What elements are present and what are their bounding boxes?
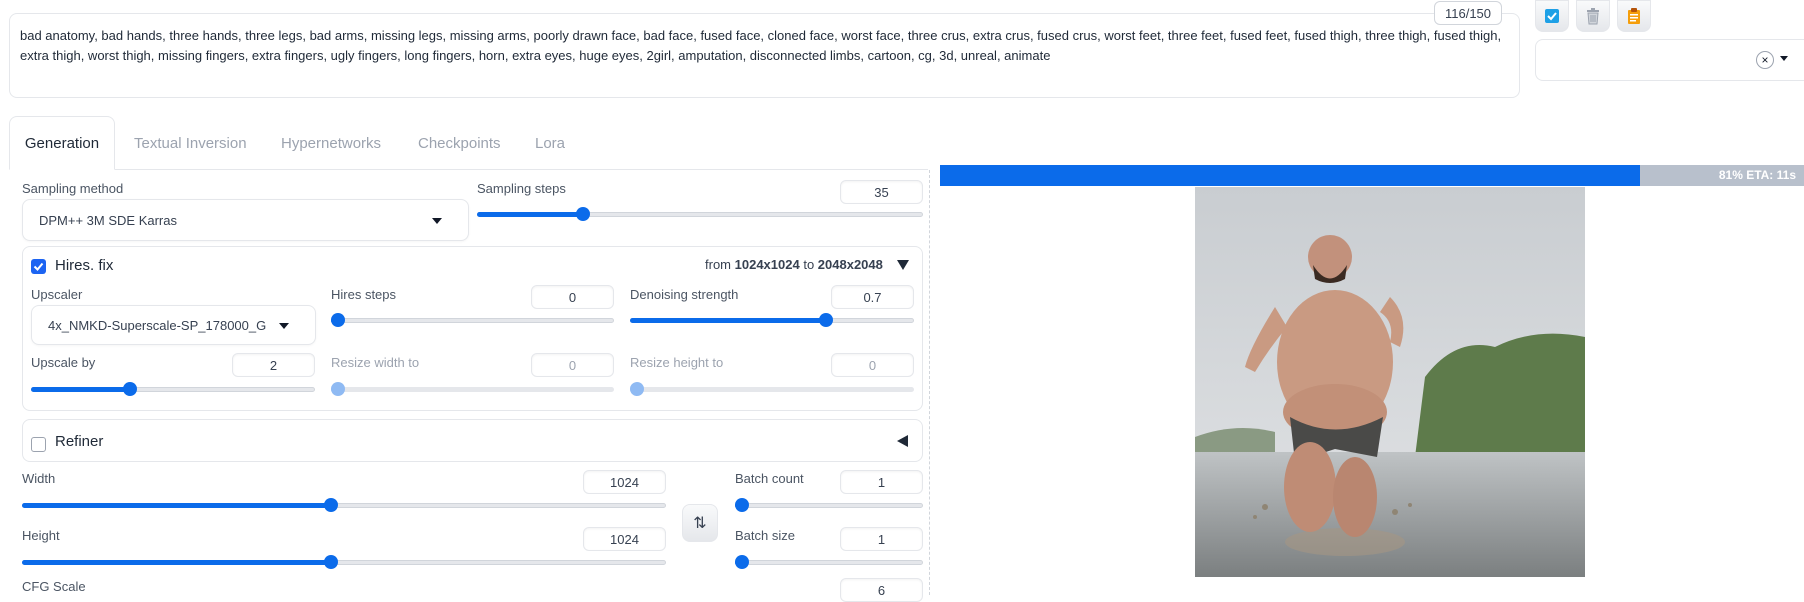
sampling-steps-slider[interactable] — [477, 206, 923, 222]
batch-size-input[interactable]: 1 — [840, 527, 923, 551]
apply-styles-button[interactable] — [1535, 0, 1569, 32]
upscale-by-input[interactable]: 2 — [232, 353, 315, 377]
swap-icon: ⇅ — [693, 515, 707, 532]
upscale-by-slider[interactable] — [31, 381, 315, 397]
progress-fill — [940, 165, 1640, 186]
resize-width-slider[interactable] — [331, 381, 614, 397]
batch-count-slider[interactable] — [735, 497, 923, 513]
resize-height-slider[interactable] — [630, 381, 914, 397]
collapse-triangle-icon[interactable] — [897, 260, 909, 270]
hires-steps-slider[interactable] — [331, 312, 614, 328]
height-label: Height — [22, 528, 60, 543]
progress-text: 81% ETA: 11s — [1718, 168, 1796, 182]
preview-illustration — [1195, 187, 1585, 577]
width-label: Width — [22, 471, 56, 486]
slider-thumb[interactable] — [331, 382, 345, 396]
hires-size-summary: from 1024x1024 to 2048x2048 — [705, 257, 883, 272]
hires-from-size: 1024x1024 — [734, 257, 800, 272]
batch-size-label: Batch size — [735, 528, 795, 543]
sampling-steps-input[interactable]: 35 — [840, 180, 923, 204]
slider-thumb[interactable] — [819, 313, 833, 327]
batch-count-label: Batch count — [735, 471, 804, 486]
clear-styles-icon[interactable]: × — [1756, 51, 1774, 69]
panel-divider — [929, 170, 931, 595]
generated-image-preview[interactable] — [1195, 187, 1585, 577]
progress-bar: 81% ETA: 11s — [940, 165, 1804, 186]
chevron-down-icon[interactable] — [1780, 56, 1788, 61]
tab-generation[interactable]: Generation — [9, 116, 115, 170]
slider-thumb[interactable] — [576, 207, 591, 221]
tab-hypernetworks[interactable]: Hypernetworks — [281, 116, 381, 170]
slider-thumb[interactable] — [735, 498, 749, 512]
upscaler-select[interactable]: 4x_NMKD-Superscale-SP_178000_G — [31, 305, 316, 345]
tab-textual-inversion[interactable]: Textual Inversion — [134, 116, 247, 170]
resize-height-label: Resize height to — [630, 355, 724, 370]
cfg-scale-input[interactable]: 6 — [840, 578, 923, 602]
clipboard-icon — [1628, 8, 1640, 24]
refiner-group — [22, 419, 923, 462]
hires-from-prefix: from — [705, 257, 731, 272]
negative-prompt-text: bad anatomy, bad hands, three hands, thr… — [20, 28, 1502, 63]
batch-size-slider[interactable] — [735, 554, 923, 570]
refiner-checkbox[interactable] — [31, 437, 46, 452]
slider-thumb[interactable] — [122, 382, 137, 396]
hires-fix-label: Hires. fix — [55, 257, 114, 274]
upscaler-label: Upscaler — [31, 287, 83, 302]
resize-width-input[interactable]: 0 — [531, 353, 614, 377]
resize-height-input[interactable]: 0 — [831, 353, 914, 377]
trash-button[interactable] — [1576, 0, 1610, 32]
cfg-scale-label: CFG Scale — [22, 579, 86, 594]
expand-triangle-icon[interactable] — [897, 435, 908, 447]
hires-steps-input[interactable]: 0 — [531, 285, 614, 309]
tab-lora[interactable]: Lora — [535, 116, 565, 170]
height-input[interactable]: 1024 — [583, 527, 666, 551]
height-slider[interactable] — [22, 554, 666, 570]
denoising-strength-input[interactable]: 0.7 — [831, 285, 914, 309]
slider-thumb[interactable] — [735, 555, 749, 569]
width-slider[interactable] — [22, 497, 666, 513]
chevron-down-icon — [432, 218, 442, 224]
slider-thumb[interactable] — [324, 498, 339, 512]
hires-to-prefix: to — [803, 257, 815, 272]
paste-button[interactable] — [1617, 0, 1651, 32]
slider-thumb[interactable] — [331, 313, 345, 327]
resize-width-label: Resize width to — [331, 355, 420, 370]
negative-prompt-textarea[interactable]: bad anatomy, bad hands, three hands, thr… — [9, 13, 1520, 98]
slider-thumb[interactable] — [324, 555, 339, 569]
width-input[interactable]: 1024 — [583, 470, 666, 494]
sampling-method-select[interactable]: DPM++ 3M SDE Karras — [22, 199, 469, 241]
hires-fix-checkbox[interactable] — [31, 259, 46, 274]
check-icon — [33, 262, 44, 271]
sampling-method-label: Sampling method — [22, 181, 124, 196]
upscaler-value: 4x_NMKD-Superscale-SP_178000_G — [48, 317, 267, 333]
trash-icon — [1587, 8, 1599, 25]
slider-thumb[interactable] — [630, 382, 644, 396]
hires-steps-label: Hires steps — [331, 287, 397, 302]
denoising-strength-label: Denoising strength — [630, 287, 739, 302]
sampling-steps-label: Sampling steps — [477, 181, 566, 196]
batch-count-input[interactable]: 1 — [840, 470, 923, 494]
swap-dimensions-button[interactable]: ⇅ — [682, 504, 718, 542]
apply-styles-icon — [1545, 9, 1559, 23]
refiner-label: Refiner — [55, 433, 104, 450]
sampling-method-value: DPM++ 3M SDE Karras — [39, 212, 177, 228]
upscale-by-label: Upscale by — [31, 355, 96, 370]
denoising-strength-slider[interactable] — [630, 312, 914, 328]
tab-checkpoints[interactable]: Checkpoints — [418, 116, 501, 170]
chevron-down-icon — [279, 323, 289, 329]
hires-to-size: 2048x2048 — [817, 257, 883, 272]
token-counter: 116/150 — [1434, 1, 1502, 25]
